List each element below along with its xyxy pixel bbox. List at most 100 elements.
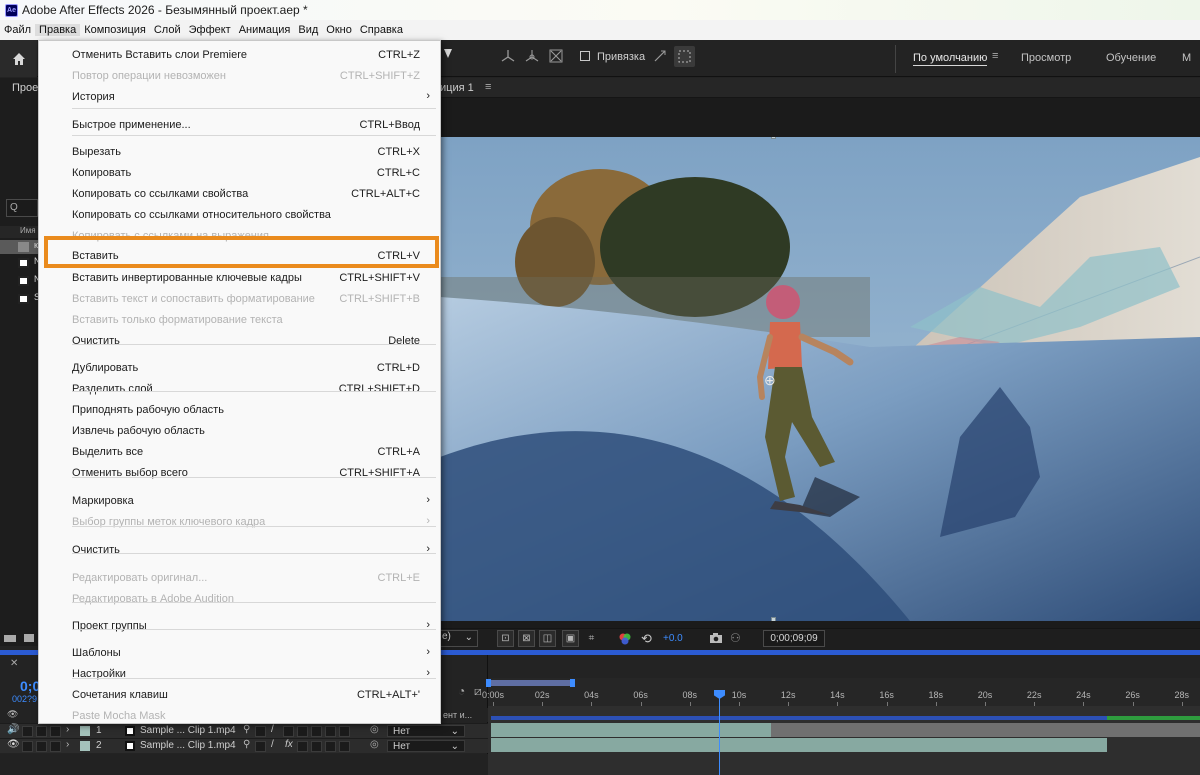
- work-area-bar[interactable]: [490, 680, 572, 686]
- parent-dropdown[interactable]: Нет ⌄: [387, 725, 465, 737]
- work-area-end-handle[interactable]: [570, 679, 575, 687]
- menu-item-copy-with-relative-property-links[interactable]: Копировать со ссылками относительного св…: [39, 205, 440, 225]
- menu-item-copy-with-property-links[interactable]: Копировать со ссылками свойства CTRL+ALT+…: [39, 184, 440, 204]
- reset-exposure-icon[interactable]: ⟲: [641, 631, 652, 647]
- menu-item-preferences[interactable]: Настройки ›: [39, 664, 440, 684]
- magnification-dropdown[interactable]: е) ⌄: [440, 630, 478, 647]
- switch-box[interactable]: [283, 726, 294, 737]
- transform-handle[interactable]: [771, 617, 776, 621]
- menu-item-deselect-all[interactable]: Отменить выбор всего CTRL+SHIFT+A: [39, 463, 440, 483]
- toggle-mask-visibility-button[interactable]: ⊠: [518, 630, 535, 647]
- project-tab[interactable]: Прое: [12, 82, 38, 94]
- menu-item-templates[interactable]: Шаблоны ›: [39, 643, 440, 663]
- menu-item-history[interactable]: История ›: [39, 87, 440, 107]
- viewer-timecode[interactable]: 0;00;09;09: [763, 630, 825, 647]
- menu-item-paste-reverse-keyframes[interactable]: Вставить инвертированные ключевые кадры C…: [39, 268, 440, 288]
- quality-icon[interactable]: /: [271, 739, 274, 750]
- pickwhip-icon[interactable]: ◎: [370, 739, 379, 750]
- switch-box[interactable]: [339, 741, 350, 752]
- 3d-view-button[interactable]: ⌗: [583, 630, 600, 647]
- layer-duration-bar[interactable]: [491, 723, 771, 737]
- switch-box[interactable]: [297, 726, 308, 737]
- shy-icon[interactable]: ⚲: [243, 739, 250, 750]
- local-axis-icon[interactable]: [498, 46, 518, 69]
- layer-color-label[interactable]: [80, 741, 90, 751]
- switch-box[interactable]: [297, 741, 308, 752]
- work-area-start-handle[interactable]: [486, 679, 491, 687]
- layer-name[interactable]: Sample ... Clip 1.mp4: [140, 725, 236, 736]
- menu-item-quick-apply[interactable]: Быстрое применение... CTRL+Ввод: [39, 115, 440, 135]
- menu-item-clear[interactable]: Очистить Delete: [39, 331, 440, 351]
- expand-chevron-icon[interactable]: ›: [66, 739, 69, 750]
- color-channels-icon[interactable]: [618, 632, 632, 649]
- menu-edit[interactable]: Правка: [35, 24, 81, 36]
- transform-handle[interactable]: [771, 137, 776, 139]
- switch-box[interactable]: [311, 726, 322, 737]
- switch-box[interactable]: [311, 741, 322, 752]
- composition-tab-menu-icon[interactable]: ≡: [485, 81, 491, 93]
- solo-toggle[interactable]: [22, 726, 33, 737]
- menu-item-labels[interactable]: Маркировка ›: [39, 491, 440, 511]
- layer-duration-bar[interactable]: [491, 738, 1107, 752]
- menu-help[interactable]: Справка: [356, 24, 407, 36]
- menu-composition[interactable]: Композиция: [80, 24, 150, 36]
- switch-box[interactable]: [325, 741, 336, 752]
- menu-item-extract-work-area[interactable]: Извлечь рабочую область: [39, 421, 440, 441]
- workspace-review-tab[interactable]: Просмотр: [1021, 52, 1071, 64]
- menu-item-duplicate[interactable]: Дублировать CTRL+D: [39, 358, 440, 378]
- audio-icon[interactable]: 🔊: [7, 724, 19, 735]
- menu-item-select-all[interactable]: Выделить все CTRL+A: [39, 442, 440, 462]
- effects-icon[interactable]: fx: [285, 739, 293, 750]
- menu-view[interactable]: Вид: [294, 24, 322, 36]
- menu-item-team-project[interactable]: Проект группы ›: [39, 616, 440, 636]
- snap-edges-icon[interactable]: [652, 47, 668, 68]
- menu-layer[interactable]: Слой: [150, 24, 185, 36]
- workspace-learn-tab[interactable]: Обучение: [1106, 52, 1156, 64]
- solo-toggle[interactable]: [22, 741, 33, 752]
- project-name-column[interactable]: Имя: [0, 226, 38, 238]
- graph-editor-icon[interactable]: ⧄: [474, 684, 482, 699]
- switch-box[interactable]: [255, 741, 266, 752]
- snapshot-camera-icon[interactable]: [709, 632, 723, 647]
- anchor-point-icon[interactable]: ⊕: [764, 372, 776, 389]
- view-axis-icon[interactable]: [546, 46, 566, 69]
- menu-item-split-layer[interactable]: Разделить слой CTRL+SHIFT+D: [39, 379, 440, 399]
- workspace-menu-icon[interactable]: ≡: [992, 50, 998, 62]
- eye-icon[interactable]: 👁: [7, 739, 20, 750]
- switch-box[interactable]: [339, 726, 350, 737]
- parent-column-header[interactable]: ент и...: [443, 710, 472, 720]
- menu-item-keyboard-shortcuts[interactable]: Сочетания клавиш CTRL+ALT+': [39, 685, 440, 705]
- workspace-more-tab[interactable]: М: [1182, 52, 1191, 64]
- menu-item-undo[interactable]: Отменить Вставить слои Premiere CTRL+Z: [39, 45, 440, 65]
- menu-file[interactable]: Файл: [0, 24, 35, 36]
- menu-item-lift-work-area[interactable]: Приподнять рабочую область: [39, 400, 440, 420]
- menu-item-copy[interactable]: Копировать CTRL+C: [39, 163, 440, 183]
- workspace-default-tab[interactable]: По умолчанию: [913, 52, 988, 66]
- composition-viewer[interactable]: ⊕: [440, 137, 1200, 621]
- menu-animation[interactable]: Анимация: [235, 24, 295, 36]
- motion-blur-icon[interactable]: ◔: [458, 684, 465, 698]
- lock-toggle[interactable]: [36, 741, 47, 752]
- composition-tab[interactable]: иция 1: [440, 82, 474, 94]
- layer-name[interactable]: Sample ... Clip 1.mp4: [140, 740, 236, 751]
- pen-tool-icon[interactable]: [441, 46, 455, 65]
- menu-window[interactable]: Окно: [322, 24, 356, 36]
- switch-box[interactable]: [255, 726, 266, 737]
- toggle-safe-zones-button[interactable]: ⊡: [497, 630, 514, 647]
- snap-features-button[interactable]: [674, 46, 695, 67]
- home-button[interactable]: [0, 40, 37, 77]
- menu-effect[interactable]: Эффект: [185, 24, 235, 36]
- switch-box[interactable]: [325, 726, 336, 737]
- snapping-checkbox[interactable]: [580, 51, 590, 61]
- show-snapshot-icon[interactable]: ⚇: [730, 631, 741, 645]
- layer-color-label[interactable]: [80, 726, 90, 736]
- lock-toggle[interactable]: [36, 726, 47, 737]
- close-tab-icon[interactable]: ✕: [10, 658, 18, 669]
- menu-item-purge[interactable]: Очистить ›: [39, 540, 440, 560]
- project-search-field[interactable]: Q: [6, 199, 38, 217]
- timeline-layer-row[interactable]: 👁 › 2 Sample ... Clip 1.mp4 ⚲ / fx ◎ Нет…: [0, 738, 488, 753]
- toggle-transparency-grid-button[interactable]: ▣: [562, 630, 579, 647]
- menu-item-cut[interactable]: Вырезать CTRL+X: [39, 142, 440, 162]
- world-axis-icon[interactable]: [522, 46, 542, 69]
- exposure-value[interactable]: +0.0: [663, 633, 683, 644]
